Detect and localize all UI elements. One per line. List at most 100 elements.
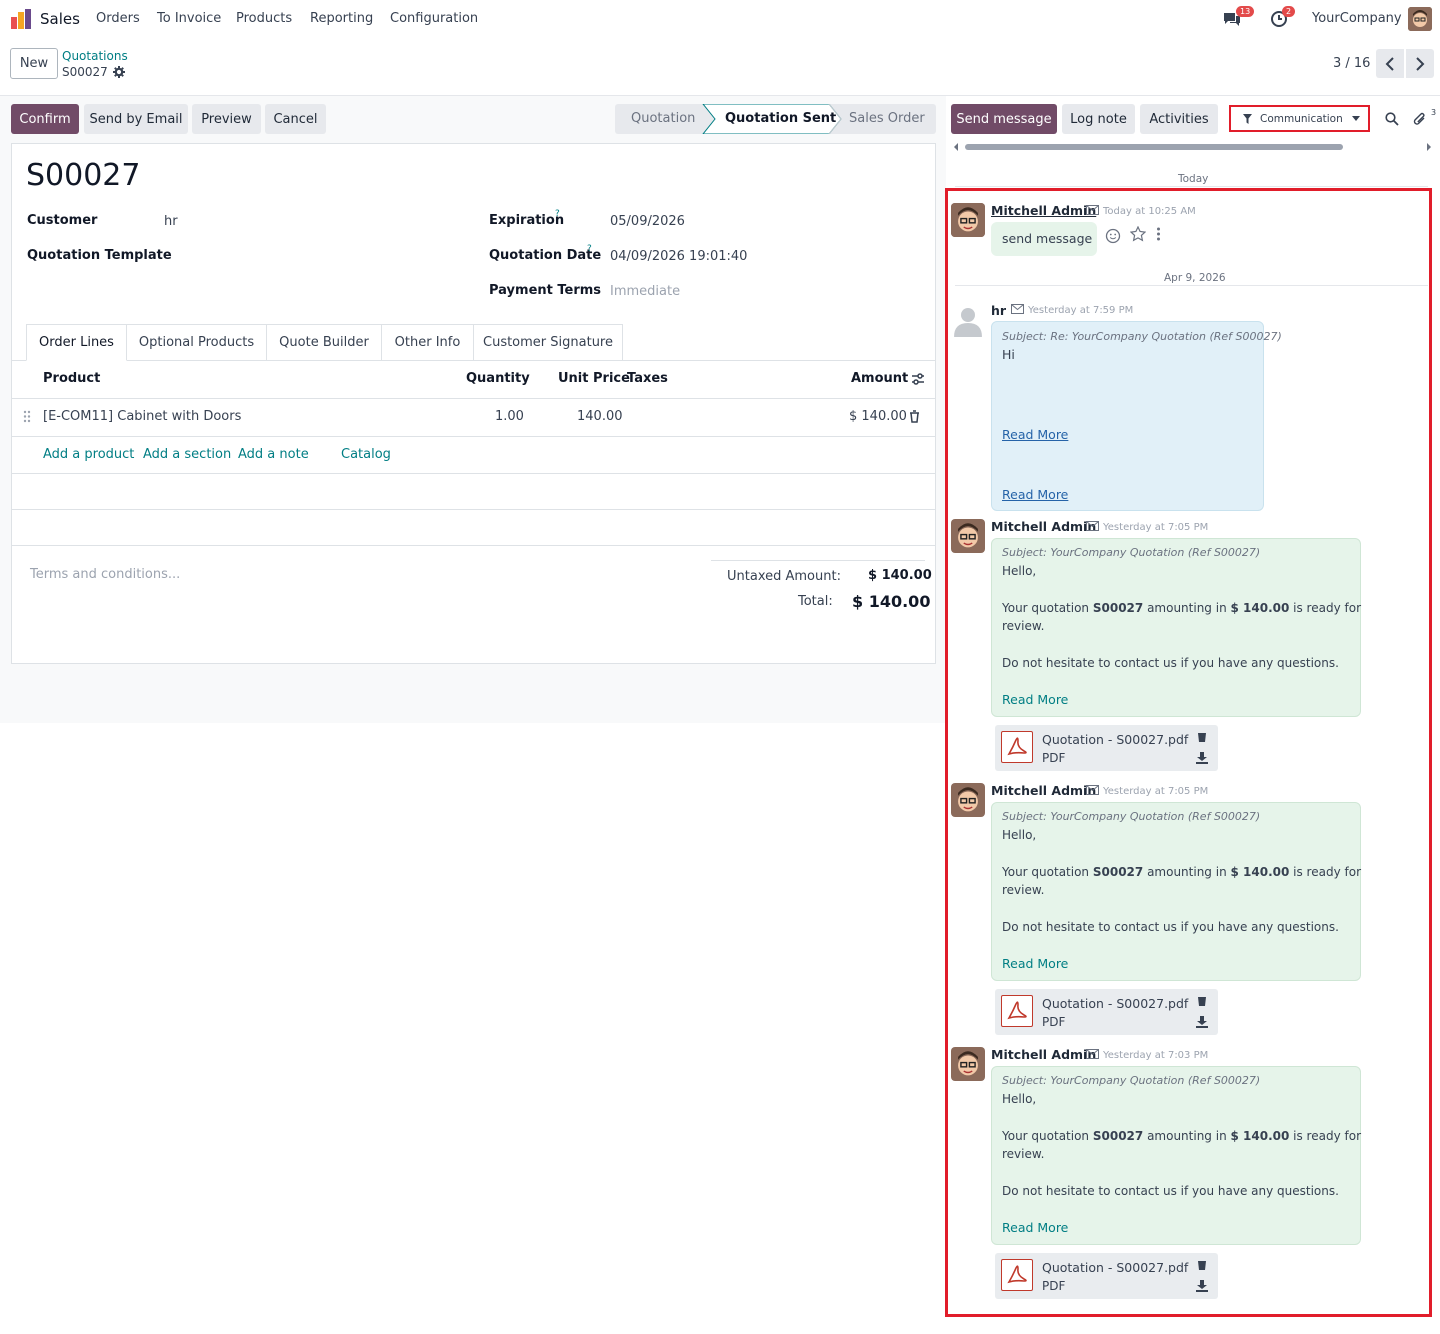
message-avatar[interactable] [951,783,985,817]
terms-conditions-field[interactable]: Terms and conditions... [30,567,180,582]
add-section-link[interactable]: Add a section [143,447,231,462]
scroll-left-arrow[interactable] [954,143,958,151]
message-avatar[interactable] [951,203,985,237]
quotation-date-help-icon[interactable]: ? [587,244,592,254]
form-sheet [11,143,936,664]
menu-reporting[interactable]: Reporting [310,11,373,26]
star-icon[interactable] [1130,226,1146,242]
scroll-right-arrow[interactable] [1427,143,1431,151]
message-subject: Subject: Re: YourCompany Quotation (Ref … [1002,330,1282,343]
col-header-unit-price[interactable]: Unit Price [558,371,630,386]
attachment-card[interactable]: Quotation - S00027.pdf PDF [995,1253,1218,1299]
tab-order-lines[interactable]: Order Lines [26,324,127,361]
attachment-type: PDF [1042,1279,1066,1293]
column-settings-icon[interactable] [911,372,925,386]
message-author[interactable]: Mitchell Admin [991,1047,1096,1062]
chatter-background [946,95,1440,96]
read-more-link[interactable]: Read More [1002,692,1068,707]
tab-customer-signature[interactable]: Customer Signature [474,324,623,361]
paperclip-icon[interactable] [1413,112,1427,127]
message-time: Yesterday at 7:05 PM [1103,522,1209,533]
line-quantity[interactable]: 1.00 [495,409,524,424]
horizontal-scrollbar[interactable] [965,144,1343,150]
tab-optional-products[interactable]: Optional Products [127,324,267,361]
chat-count-badge: 13 [1236,6,1255,17]
expiration-label: Expiration [489,213,565,228]
tab-other-info[interactable]: Other Info [382,324,474,361]
menu-configuration[interactable]: Configuration [390,11,478,26]
catalog-link[interactable]: Catalog [341,447,391,462]
add-note-link[interactable]: Add a note [238,447,309,462]
communication-filter-dropdown[interactable]: Communication [1229,105,1370,132]
message-avatar[interactable] [951,1047,985,1081]
message-avatar[interactable] [951,519,985,553]
quotation-date-field[interactable]: 04/09/2026 19:01:40 [610,249,747,264]
payment-terms-field[interactable]: Immediate [610,284,680,299]
message-author[interactable]: hr [991,303,1006,318]
col-header-quantity[interactable]: Quantity [466,371,530,386]
filter-icon [1243,113,1252,124]
attachment-card[interactable]: Quotation - S00027.pdf PDF [995,989,1218,1035]
app-name[interactable]: Sales [40,10,80,28]
pager-value[interactable]: 3 / 16 [1333,56,1370,71]
message-subject: Subject: YourCompany Quotation (Ref S000… [1002,1074,1261,1087]
attachment-card[interactable]: Quotation - S00027.pdf PDF [995,725,1218,771]
breadcrumb-quotations[interactable]: Quotations [62,49,128,63]
customer-field[interactable]: hr [164,214,178,229]
delete-attachment-icon[interactable] [1197,994,1207,1006]
col-header-amount[interactable]: Amount [851,371,908,386]
read-more-link[interactable]: Read More [1002,1220,1068,1235]
message-body: Hi [1002,347,1015,362]
send-message-button[interactable]: Send message [951,104,1057,134]
add-reaction-icon[interactable] [1105,227,1122,244]
read-more-link[interactable]: Read More [1002,487,1068,502]
expiration-help-icon[interactable]: ? [555,209,560,219]
read-more-link[interactable]: Read More [1002,956,1068,971]
menu-to-invoice[interactable]: To Invoice [157,11,221,26]
add-product-link[interactable]: Add a product [43,447,134,462]
message-subject: Subject: YourCompany Quotation (Ref S000… [1002,810,1261,823]
search-icon[interactable] [1385,112,1399,126]
download-icon[interactable] [1196,1016,1208,1028]
new-button[interactable]: New [10,48,58,79]
company-switcher[interactable]: YourCompany [1312,11,1402,26]
status-pipeline: Quotation Quotation Sent Sales Order [615,104,936,134]
read-more-link[interactable]: Read More [1002,427,1068,442]
status-quotation[interactable]: Quotation [631,111,695,126]
status-sales-order[interactable]: Sales Order [849,111,925,126]
line-unit-price[interactable]: 140.00 [577,409,623,424]
user-avatar[interactable] [1408,7,1432,31]
message-time: Yesterday at 7:05 PM [1103,786,1209,797]
menu-orders[interactable]: Orders [96,11,140,26]
date-separator-apr9: Apr 9, 2026 [1156,272,1234,284]
delete-line-icon[interactable] [909,410,920,423]
send-by-email-button[interactable]: Send by Email [84,104,188,134]
expiration-field[interactable]: 05/09/2026 [610,214,685,229]
col-header-taxes[interactable]: Taxes [627,371,668,386]
app-logo-icon[interactable] [10,8,32,30]
delete-attachment-icon[interactable] [1197,1258,1207,1270]
more-actions-icon[interactable] [1156,227,1161,241]
preview-button[interactable]: Preview [192,104,261,134]
message-author[interactable]: Mitchell Admin [991,783,1096,798]
message-avatar-placeholder[interactable] [951,303,985,337]
cancel-button[interactable]: Cancel [265,104,326,134]
gear-icon[interactable] [113,66,125,78]
log-note-button[interactable]: Log note [1062,104,1135,134]
drag-handle-icon[interactable] [23,410,31,423]
message-author[interactable]: Mitchell Admin [991,203,1096,218]
download-icon[interactable] [1196,752,1208,764]
delete-attachment-icon[interactable] [1197,730,1207,742]
quotation-template-field[interactable] [164,244,454,268]
download-icon[interactable] [1196,1280,1208,1292]
line-product[interactable]: [E-COM11] Cabinet with Doors [43,409,241,424]
pager-next-button[interactable] [1406,49,1434,78]
message-bubble [991,802,1361,981]
tab-quote-builder[interactable]: Quote Builder [267,324,382,361]
message-author[interactable]: Mitchell Admin [991,519,1096,534]
activities-button[interactable]: Activities [1140,104,1218,134]
confirm-button[interactable]: Confirm [11,104,79,134]
pager-prev-button[interactable] [1376,49,1404,78]
menu-products[interactable]: Products [236,11,292,26]
col-header-product[interactable]: Product [43,371,100,386]
